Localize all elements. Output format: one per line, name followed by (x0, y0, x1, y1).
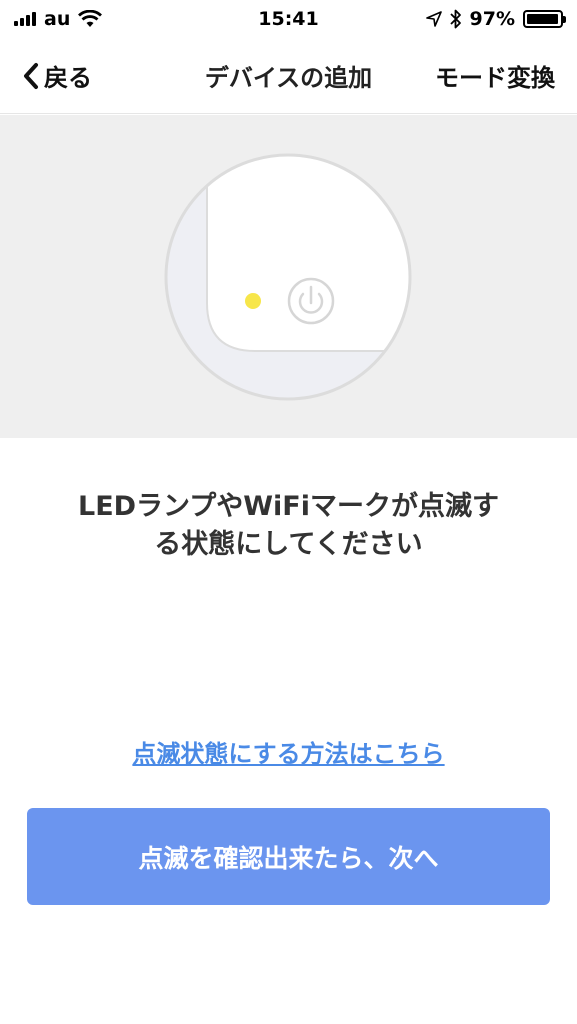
signal-icon (14, 12, 36, 26)
battery-icon (523, 10, 566, 28)
carrier-label: au (44, 8, 71, 30)
bluetooth-icon (449, 9, 461, 29)
battery-fill (527, 14, 559, 24)
status-bar: au 15:41 97% (0, 0, 577, 38)
status-left: au (14, 8, 103, 30)
mode-switch-button[interactable]: モード変換 (435, 58, 555, 93)
led-indicator (245, 293, 261, 309)
wifi-icon (78, 10, 103, 27)
instruction-text: LEDランプやWiFiマークが点滅す る状態にしてください (40, 488, 537, 564)
back-label: 戻る (44, 64, 92, 92)
device-illustration (164, 153, 412, 401)
next-button[interactable]: 点滅を確認出来たら、次へ (27, 808, 550, 905)
instruction-line-2: る状態にしてください (154, 529, 423, 560)
status-right: 97% (425, 8, 566, 30)
back-button[interactable]: 戻る (22, 58, 92, 93)
battery-percent: 97% (469, 8, 515, 30)
device-illustration-panel (0, 115, 577, 438)
instruction-line-1: LEDランプやWiFiマークが点滅す (78, 491, 499, 522)
chevron-left-icon (24, 62, 38, 89)
device-corner-illustration (206, 155, 410, 352)
navigation-bar: 戻る デバイスの追加 モード変換 (0, 38, 577, 114)
help-link[interactable]: 点滅状態にする方法はこちら (0, 734, 577, 769)
location-arrow-icon (425, 11, 442, 27)
